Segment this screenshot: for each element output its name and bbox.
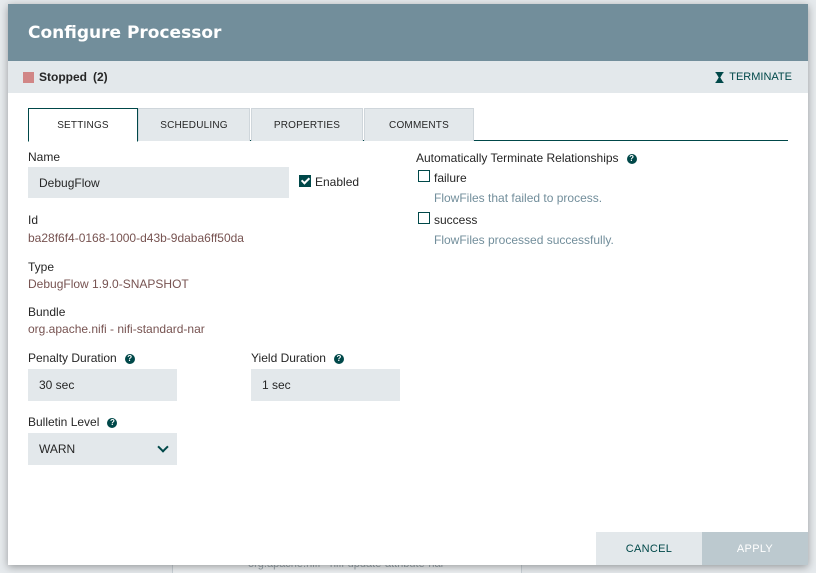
type-label: Type <box>28 260 55 274</box>
id-label: Id <box>28 213 39 227</box>
auto-terminate-text: Automatically Terminate Relationships <box>416 151 619 165</box>
yield-duration-input[interactable]: 1 sec <box>251 369 400 401</box>
type-value: DebugFlow 1.9.0-SNAPSHOT <box>28 277 189 291</box>
success-label: success <box>434 213 478 227</box>
yield-duration-text: Yield Duration <box>251 351 326 365</box>
tab-settings[interactable]: SETTINGS <box>28 108 138 142</box>
success-checkbox[interactable] <box>418 212 430 224</box>
bulletin-level-label: Bulletin Level? <box>28 415 118 429</box>
failure-checkbox[interactable] <box>418 170 430 182</box>
help-icon[interactable]: ? <box>124 354 135 364</box>
penalty-duration-input[interactable]: 30 sec <box>28 369 177 401</box>
terminate-button[interactable]: TERMINATE <box>715 71 792 83</box>
apply-button[interactable]: APPLY <box>702 532 808 565</box>
penalty-duration-label: Penalty Duration? <box>28 351 135 365</box>
enabled-label: Enabled <box>315 175 360 189</box>
penalty-duration-text: Penalty Duration <box>28 351 117 365</box>
bundle-value: org.apache.nifi - nifi-standard-nar <box>28 322 205 336</box>
configure-processor-dialog: Configure Processor Stopped (2) TERMINAT… <box>8 4 808 565</box>
dialog-title: Configure Processor <box>28 22 222 43</box>
bulletin-level-value: WARN <box>39 442 76 456</box>
failure-label: failure <box>434 171 467 185</box>
tab-comments[interactable]: COMMENTS <box>364 108 474 141</box>
hourglass-icon <box>715 71 724 83</box>
help-icon[interactable]: ? <box>333 354 344 364</box>
tab-bar: SETTINGS SCHEDULING PROPERTIES COMMENTS <box>28 108 788 142</box>
stopped-icon <box>23 71 34 83</box>
bulletin-level-text: Bulletin Level <box>28 415 100 429</box>
auto-terminate-label: Automatically Terminate Relationships? <box>416 151 637 165</box>
name-input[interactable]: DebugFlow <box>28 167 289 198</box>
failure-description: FlowFiles that failed to process. <box>434 191 603 205</box>
terminate-label: TERMINATE <box>729 71 792 83</box>
dialog-header: Configure Processor <box>8 4 808 61</box>
cancel-button[interactable]: CANCEL <box>596 532 702 565</box>
bulletin-level-select[interactable]: WARN <box>28 433 177 465</box>
status-state: Stopped <box>39 70 87 84</box>
name-label: Name <box>28 150 61 164</box>
enabled-checkbox[interactable] <box>299 175 311 187</box>
status-bar: Stopped (2) TERMINATE <box>8 61 808 93</box>
help-icon[interactable]: ? <box>626 154 637 164</box>
run-status: Stopped (2) <box>23 70 108 84</box>
success-description: FlowFiles processed successfully. <box>434 233 614 247</box>
bundle-label: Bundle <box>28 305 66 319</box>
chevron-down-icon <box>157 441 169 453</box>
status-count: (2) <box>93 70 108 84</box>
yield-duration-label: Yield Duration? <box>251 351 344 365</box>
help-icon[interactable]: ? <box>107 418 118 428</box>
id-value: ba28f6f4-0168-1000-d43b-9daba6ff50da <box>28 231 244 245</box>
tab-properties[interactable]: PROPERTIES <box>251 108 363 141</box>
tab-scheduling[interactable]: SCHEDULING <box>138 108 250 141</box>
